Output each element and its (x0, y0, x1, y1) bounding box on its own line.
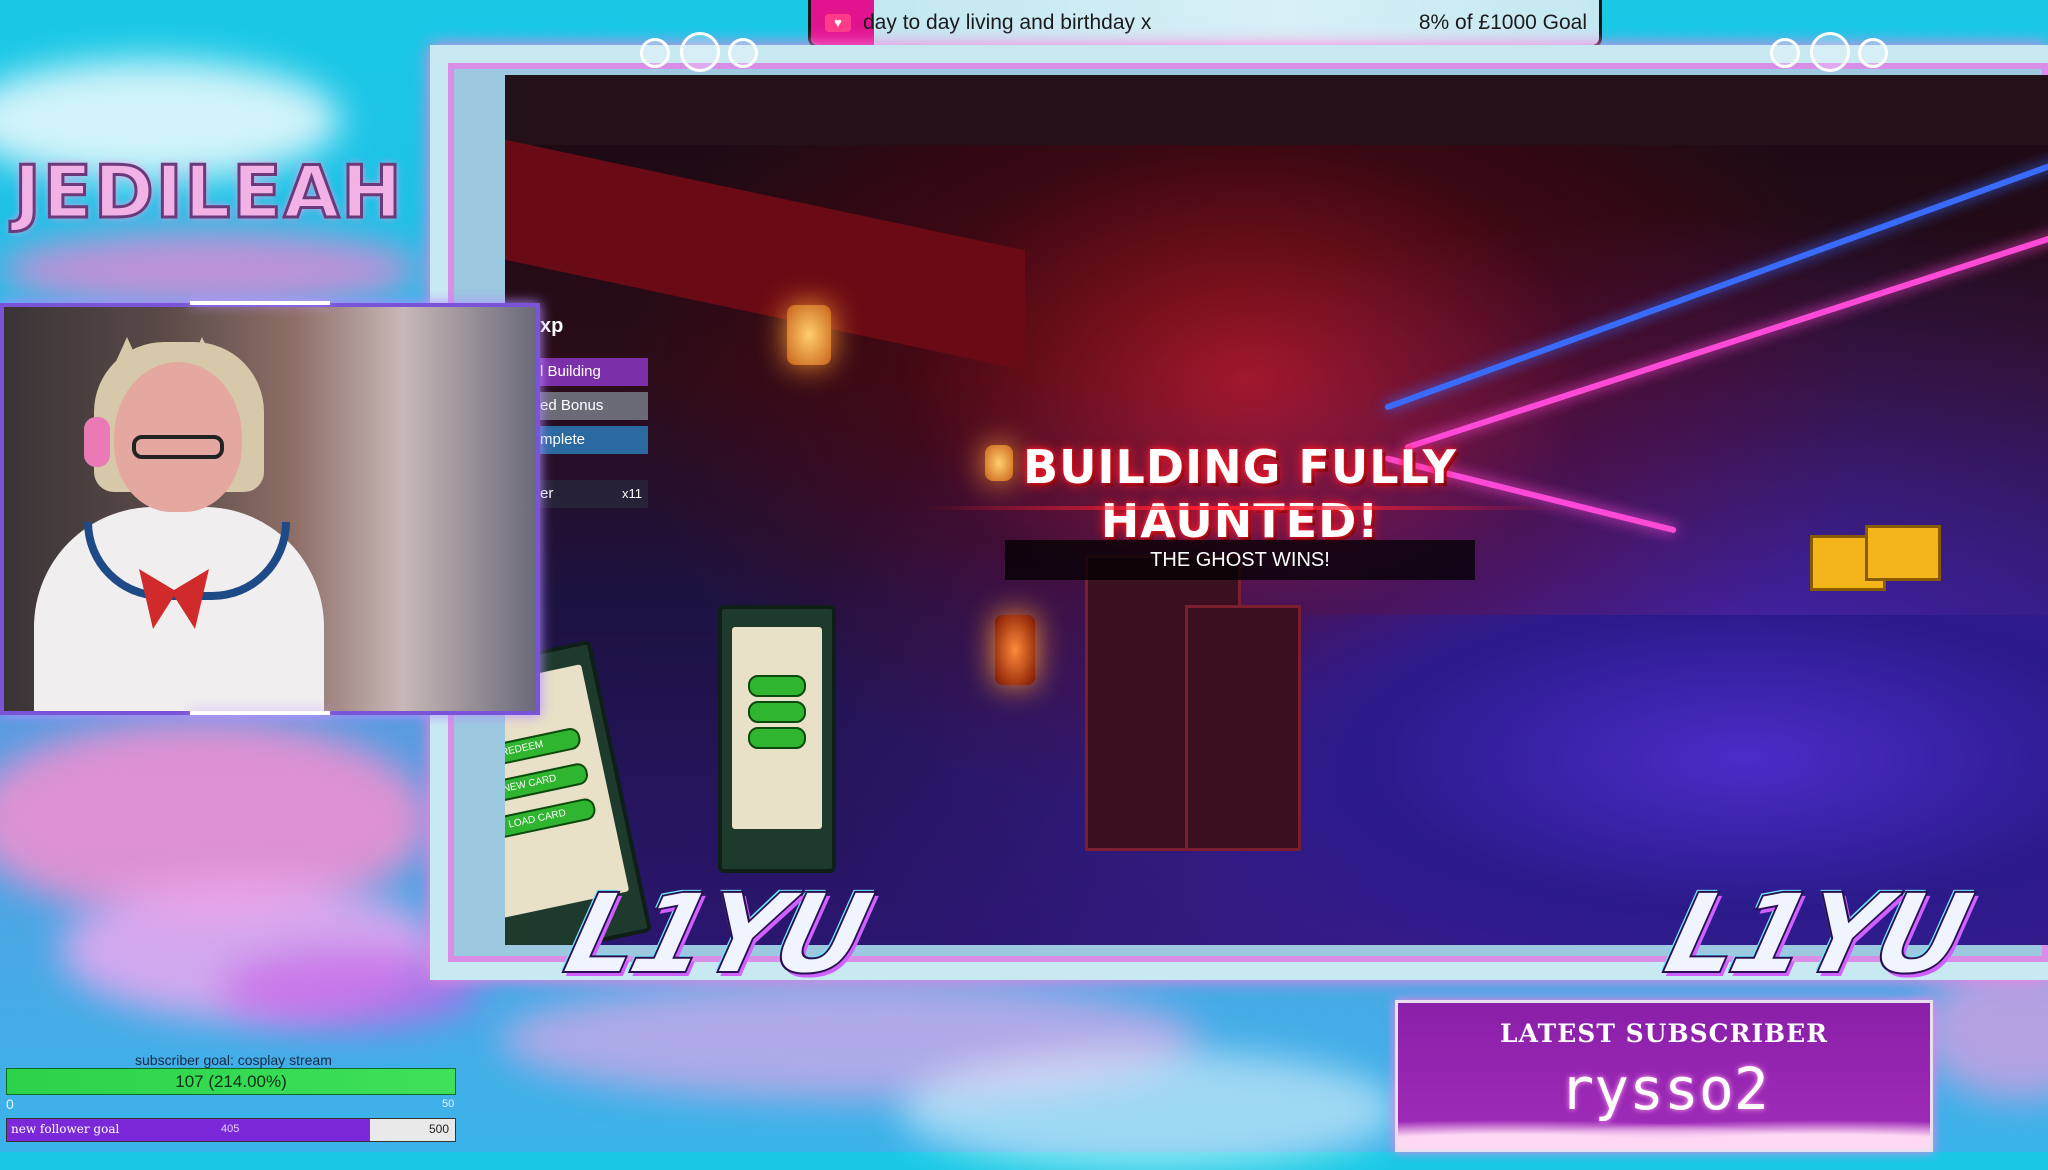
latest-subscriber-panel: LATEST SUBSCRIBER rysso2 (1395, 1000, 1933, 1152)
follower-goal-target: 500 (428, 1122, 449, 1136)
haunted-banner: BUILDING FULLY HAUNTED! (920, 440, 1560, 548)
ceiling-beam (505, 75, 2048, 145)
subscriber-goal-label: subscriber goal: cosplay stream (135, 1052, 332, 1068)
frame-ornament (640, 38, 670, 68)
heart-cup-icon: ♥ (825, 13, 851, 32)
arcade-machine (1185, 605, 1301, 851)
red-lantern (995, 615, 1035, 685)
subscriber-goal-min: 0 (6, 1096, 14, 1112)
frame-ornament (728, 38, 758, 68)
hud-multiplier: x11 (622, 486, 642, 501)
brand-mark-left: L1YU (553, 869, 879, 999)
channel-logo: JEDILEAH (13, 149, 404, 236)
headset-icon (84, 417, 110, 467)
donation-goal-title: day to day living and birthday x (863, 10, 1152, 34)
cloud-decoration (1398, 1115, 1930, 1149)
hanging-lantern (787, 305, 831, 365)
kiosk-button (748, 701, 806, 723)
wall-poster (1865, 525, 1941, 581)
follower-goal-current: 405 (221, 1123, 240, 1135)
brand-mark-right: L1YU (1653, 869, 1979, 999)
kiosk-load-card-button: LOAD CARD (505, 796, 598, 843)
latest-subscriber-name: rysso2 (1559, 1055, 1769, 1123)
banner-underline (920, 506, 1560, 510)
follower-goal-bar: new follower goal 405 500 (6, 1118, 456, 1142)
frame-ornament (1858, 38, 1888, 68)
webcam-feed (0, 303, 540, 715)
frame-ornament (680, 32, 720, 72)
donation-goal-bar: ♥ day to day living and birthday x 8% of… (808, 0, 1602, 48)
ghost-wins-subtitle: THE GHOST WINS! (1005, 540, 1475, 580)
frame-ornament (1810, 32, 1850, 72)
neon-light-stripe (1383, 158, 2048, 411)
subscriber-goal-bar: 107 (214.00%) (6, 1068, 456, 1095)
card-kiosk (718, 605, 836, 873)
glasses (132, 435, 224, 459)
kiosk-button (748, 727, 806, 749)
haunted-banner-title: BUILDING FULLY HAUNTED! (1023, 440, 1457, 548)
webcam-glow (190, 301, 330, 305)
neon-light-stripe (1404, 222, 2048, 451)
donation-goal-progress-text: 8% of £1000 Goal (1418, 10, 1587, 34)
latest-subscriber-title: LATEST SUBSCRIBER (1500, 1019, 1828, 1048)
kiosk-button (748, 675, 806, 697)
follower-goal-label: new follower goal (11, 1122, 120, 1136)
subscriber-goal-max: 50 (442, 1098, 455, 1110)
frame-ornament (1770, 38, 1800, 68)
webcam-glow (190, 711, 330, 715)
kiosk-screen (732, 627, 822, 829)
